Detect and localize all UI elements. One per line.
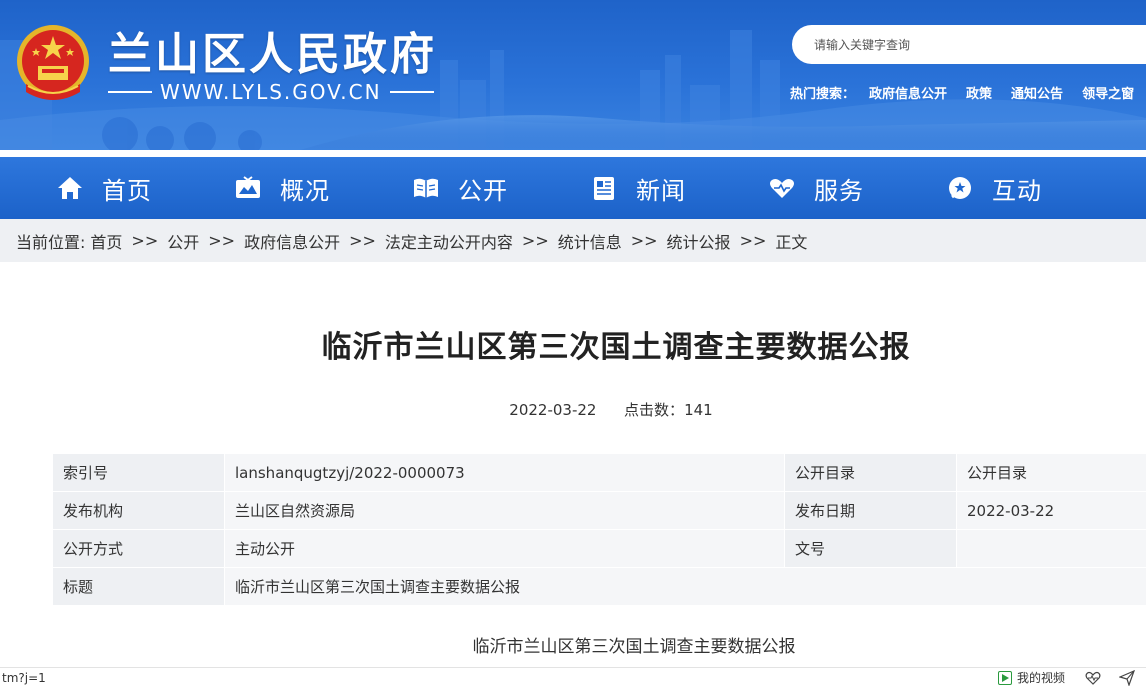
- table-cell-key: 标题: [52, 567, 225, 606]
- site-url: WWW.LYLS.GOV.CN: [160, 80, 382, 104]
- views-label: 点击数：: [624, 401, 685, 419]
- national-emblem-icon: [17, 25, 89, 100]
- home-icon: [58, 177, 82, 199]
- article-meta: 2022-03-22 点击数：141: [0, 399, 1146, 420]
- hot-link-leaders[interactable]: 领导之窗: [1082, 83, 1134, 102]
- hot-search-row: 热门搜索： 政府信息公开 政策 通知公告 领导之窗: [790, 83, 1146, 102]
- nav-item-label: 公开: [458, 176, 508, 205]
- nav-item-open[interactable]: 公开: [412, 157, 508, 219]
- main-nav: 首页 概况 公开 新闻 服务 互动: [0, 157, 1146, 219]
- nav-item-interact[interactable]: 互动: [946, 157, 1042, 219]
- table-cell-value: 兰山区自然资源局: [224, 491, 785, 530]
- breadcrumb-prefix: 当前位置:: [16, 232, 86, 252]
- breadcrumb: 当前位置: 首页 >> 公开 >> 政府信息公开 >> 法定主动公开内容 >> …: [0, 219, 1146, 262]
- header-banner: 兰山区人民政府 WWW.LYLS.GOV.CN 热门搜索： 政府信息公开 政策 …: [0, 0, 1146, 150]
- my-video-button[interactable]: 我的视频: [998, 669, 1065, 686]
- hot-link-notices[interactable]: 通知公告: [1011, 83, 1063, 102]
- status-url: tm?j=1: [2, 670, 46, 685]
- nav-item-label: 服务: [814, 176, 864, 205]
- hot-search-label: 热门搜索：: [790, 87, 856, 102]
- hot-link-policy[interactable]: 政策: [966, 83, 992, 102]
- search-input[interactable]: [814, 37, 1114, 52]
- breadcrumb-separator: >>: [630, 231, 658, 250]
- table-row: 公开方式 主动公开 文号: [52, 529, 1146, 568]
- divider-line: [389, 91, 434, 93]
- play-icon: [998, 670, 1012, 685]
- table-cell-key: 公开方式: [52, 529, 225, 568]
- video-label: 我的视频: [1017, 671, 1066, 685]
- article-title: 临沂市兰山区第三次国土调查主要数据公报: [321, 330, 911, 365]
- breadcrumb-separator: >>: [131, 231, 159, 250]
- table-cell-key: 文号: [784, 529, 957, 568]
- breadcrumb-stats[interactable]: 统计信息: [558, 229, 622, 253]
- site-title: 兰山区人民政府: [108, 29, 437, 80]
- breadcrumb-gov-info[interactable]: 政府信息公开: [244, 229, 340, 253]
- nav-item-home[interactable]: 首页: [56, 157, 152, 219]
- table-cell-value: 公开目录: [956, 453, 1146, 492]
- nav-item-overview[interactable]: 概况: [234, 157, 330, 219]
- breadcrumb-statutory[interactable]: 法定主动公开内容: [385, 229, 513, 253]
- nav-item-news[interactable]: 新闻: [590, 157, 686, 219]
- health-heart-icon[interactable]: [1085, 670, 1101, 686]
- breadcrumb-separator: >>: [521, 231, 549, 250]
- table-cell-key: 发布机构: [52, 491, 225, 530]
- breadcrumb-bulletin[interactable]: 统计公报: [667, 229, 731, 253]
- nav-item-service[interactable]: 服务: [768, 157, 864, 219]
- site-url-row: WWW.LYLS.GOV.CN: [108, 80, 434, 104]
- status-bar: tm?j=1 我的视频: [0, 667, 1146, 687]
- send-icon[interactable]: [1119, 670, 1135, 686]
- breadcrumb-separator: >>: [208, 231, 236, 250]
- info-table: 索引号 lanshanqugtzyj/2022-0000073 公开目录 公开目…: [52, 453, 1146, 606]
- table-row: 标题 临沂市兰山区第三次国土调查主要数据公报: [52, 567, 1146, 606]
- table-cell-value: [956, 529, 1146, 568]
- table-cell-value: 主动公开: [224, 529, 785, 568]
- breadcrumb-separator: >>: [739, 231, 767, 250]
- divider-line: [108, 91, 152, 93]
- nav-item-label: 互动: [992, 176, 1042, 205]
- table-cell-key: 发布日期: [784, 491, 957, 530]
- nav-item-label: 概况: [280, 176, 330, 205]
- service-heart-icon: [770, 179, 794, 198]
- breadcrumb-separator: >>: [349, 231, 376, 250]
- chat-icon: [949, 177, 971, 199]
- breadcrumb-current: 正文: [775, 232, 808, 252]
- publish-date: 2022-03-22: [509, 401, 597, 419]
- table-cell-value: lanshanqugtzyj/2022-0000073: [224, 453, 785, 492]
- table-cell-value: 临沂市兰山区第三次国土调查主要数据公报: [224, 567, 1146, 606]
- hot-link-info-open[interactable]: 政府信息公开: [869, 83, 947, 102]
- breadcrumb-home[interactable]: 首页: [90, 229, 122, 253]
- table-cell-key: 公开目录: [784, 453, 957, 492]
- table-cell-value: 2022-03-22: [956, 491, 1146, 530]
- nav-item-label: 新闻: [636, 176, 686, 205]
- table-row: 发布机构 兰山区自然资源局 发布日期 2022-03-22: [52, 491, 1146, 530]
- table-row: 索引号 lanshanqugtzyj/2022-0000073 公开目录 公开目…: [52, 453, 1146, 492]
- article-sub-title: 临沂市兰山区第三次国土调查主要数据公报: [472, 637, 796, 657]
- overview-icon: [236, 176, 260, 198]
- nav-item-label: 首页: [102, 176, 152, 205]
- search-box[interactable]: [792, 25, 1146, 64]
- news-icon: [594, 177, 614, 200]
- book-icon: [414, 178, 438, 198]
- breadcrumb-open[interactable]: 公开: [167, 229, 199, 253]
- views-count: 141: [684, 401, 713, 419]
- table-cell-key: 索引号: [52, 453, 225, 492]
